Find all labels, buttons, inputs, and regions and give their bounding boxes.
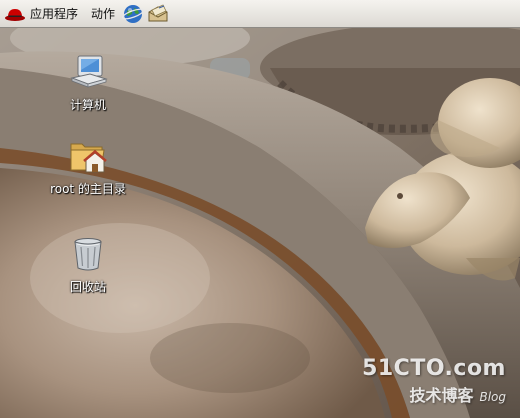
web-browser-launcher[interactable]: [122, 3, 145, 25]
desktop-icon-computer[interactable]: 计算机: [38, 52, 138, 113]
desktop[interactable]: 计算机 root 的主目录 回收站 51CTO.com 技术博客 Blog: [0, 28, 520, 418]
email-client-icon: [148, 3, 168, 21]
applications-menu[interactable]: 应用程序: [0, 0, 78, 28]
computer-icon: [70, 55, 108, 88]
watermark-site: 51CTO.com: [362, 356, 506, 381]
desktop-icon-label: 回收站: [69, 280, 106, 294]
home-folder-icon: [70, 143, 107, 173]
desktop-icon-label: root 的主目录: [50, 182, 126, 196]
watermark-blog: Blog: [479, 390, 506, 404]
web-browser-icon: [122, 4, 145, 23]
top-panel: 应用程序 动作: [0, 0, 520, 28]
watermark-subtitle-text: 技术博客: [409, 386, 474, 405]
applications-menu-label: 应用程序: [30, 7, 79, 21]
desktop-icon-label: 计算机: [69, 98, 106, 112]
actions-menu-label: 动作: [91, 7, 116, 21]
actions-menu[interactable]: 动作: [91, 0, 115, 28]
desktop-icon-trash[interactable]: 回收站: [38, 234, 138, 295]
email-client-launcher[interactable]: [146, 3, 170, 25]
watermark-subtitle: 技术博客 Blog: [362, 382, 506, 406]
redhat-icon: [5, 8, 25, 21]
desktop-icon-home-folder[interactable]: root 的主目录: [38, 136, 138, 197]
watermark: 51CTO.com 技术博客 Blog: [362, 356, 506, 406]
trash-icon: [74, 238, 102, 271]
